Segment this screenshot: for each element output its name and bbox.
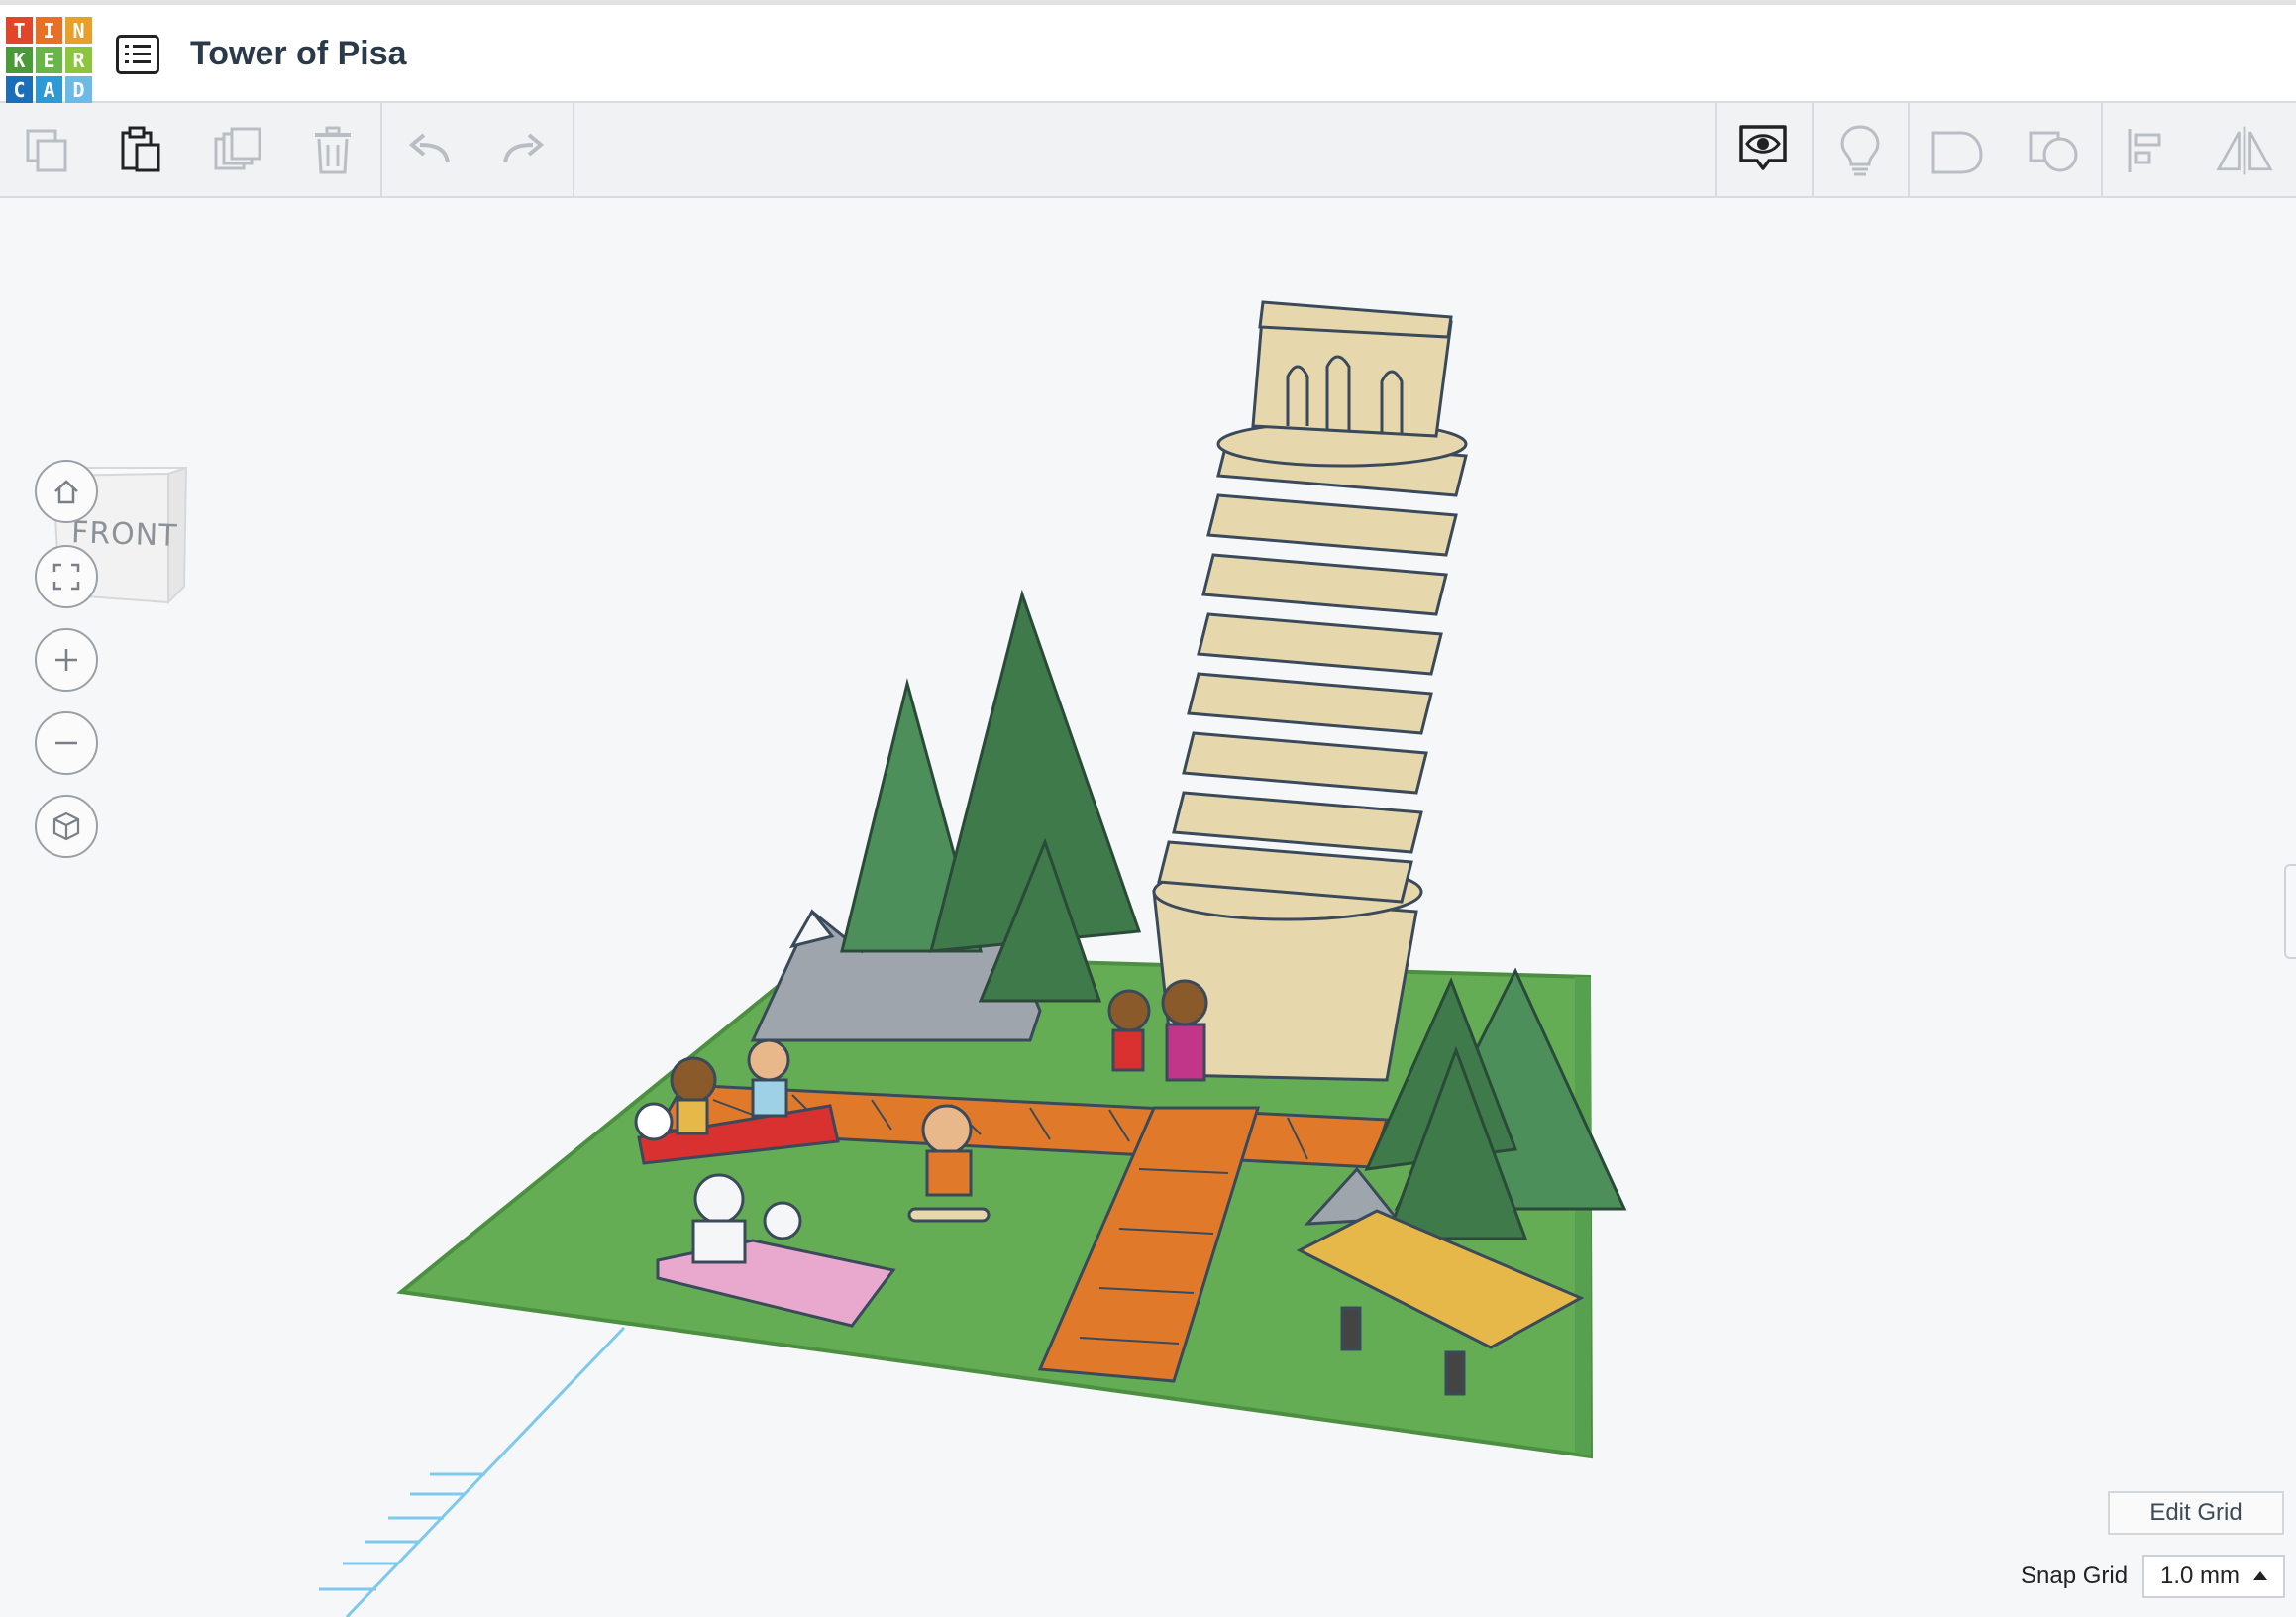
toolbar-separator [380,103,382,198]
align-icon[interactable] [2120,123,2179,178]
logo-tile: K [6,47,33,73]
logo-tile: T [6,17,33,44]
toolbar-separator [1908,103,1910,198]
logo-tile: D [65,76,92,103]
workplane-canvas[interactable]: FRONT [0,198,2296,1617]
delete-icon[interactable] [303,123,363,178]
design-title[interactable]: Tower of Pisa [190,35,407,73]
home-view-icon [54,480,78,504]
notes-lightbulb-icon[interactable] [1830,123,1890,178]
group-icon[interactable] [1928,123,1987,178]
mirror-icon[interactable] [2215,123,2274,178]
toolbar [0,103,2296,198]
ungroup-icon[interactable] [2025,123,2084,178]
zoom-in-button[interactable] [35,628,98,692]
logo-tile: I [36,17,62,44]
show-all-icon[interactable] [1733,123,1793,178]
fit-all-icon [52,563,80,591]
scene-3d-view[interactable] [0,198,2296,1617]
leaning-tower [1152,300,1468,1082]
tinkercad-logo[interactable]: TIN KER CAD [6,17,92,103]
duplicate-icon[interactable] [208,123,267,178]
paste-icon[interactable] [111,123,170,178]
toolbar-separator [1812,103,1814,198]
fit-all-button[interactable] [35,545,98,608]
zoom-out-button[interactable] [35,711,98,775]
logo-tile: N [65,17,92,44]
top-bar: TIN KER CAD Tower of Pisa [0,0,2296,103]
logo-tile: A [36,76,62,103]
ruler [319,1326,626,1617]
toolbar-separator [1715,103,1717,198]
logo-tile: E [36,47,62,73]
zoom-in-icon [55,649,77,671]
snap-grid-value: 1.0 mm [2160,1563,2241,1589]
undo-icon[interactable] [400,123,460,178]
logo-tile: R [65,47,92,73]
snap-grid-select[interactable]: 1.0 mm [2142,1555,2285,1598]
view-cube-face-label[interactable]: FRONT [70,515,178,554]
toolbar-separator [573,103,574,198]
home-view-button[interactable] [35,460,98,523]
redo-icon[interactable] [493,123,553,178]
copy-icon[interactable] [18,123,77,178]
zoom-out-icon [55,741,77,745]
toolbar-separator [2101,103,2103,198]
design-list-button[interactable] [116,35,159,74]
perspective-button[interactable] [35,795,98,858]
perspective-icon [52,811,80,841]
edit-grid-button[interactable]: Edit Grid [2108,1491,2284,1535]
logo-tile: C [6,76,33,103]
caret-up-icon [2253,1571,2267,1580]
snap-grid-label: Snap Grid [2021,1563,2129,1589]
side-panel-tab[interactable] [2284,864,2296,959]
